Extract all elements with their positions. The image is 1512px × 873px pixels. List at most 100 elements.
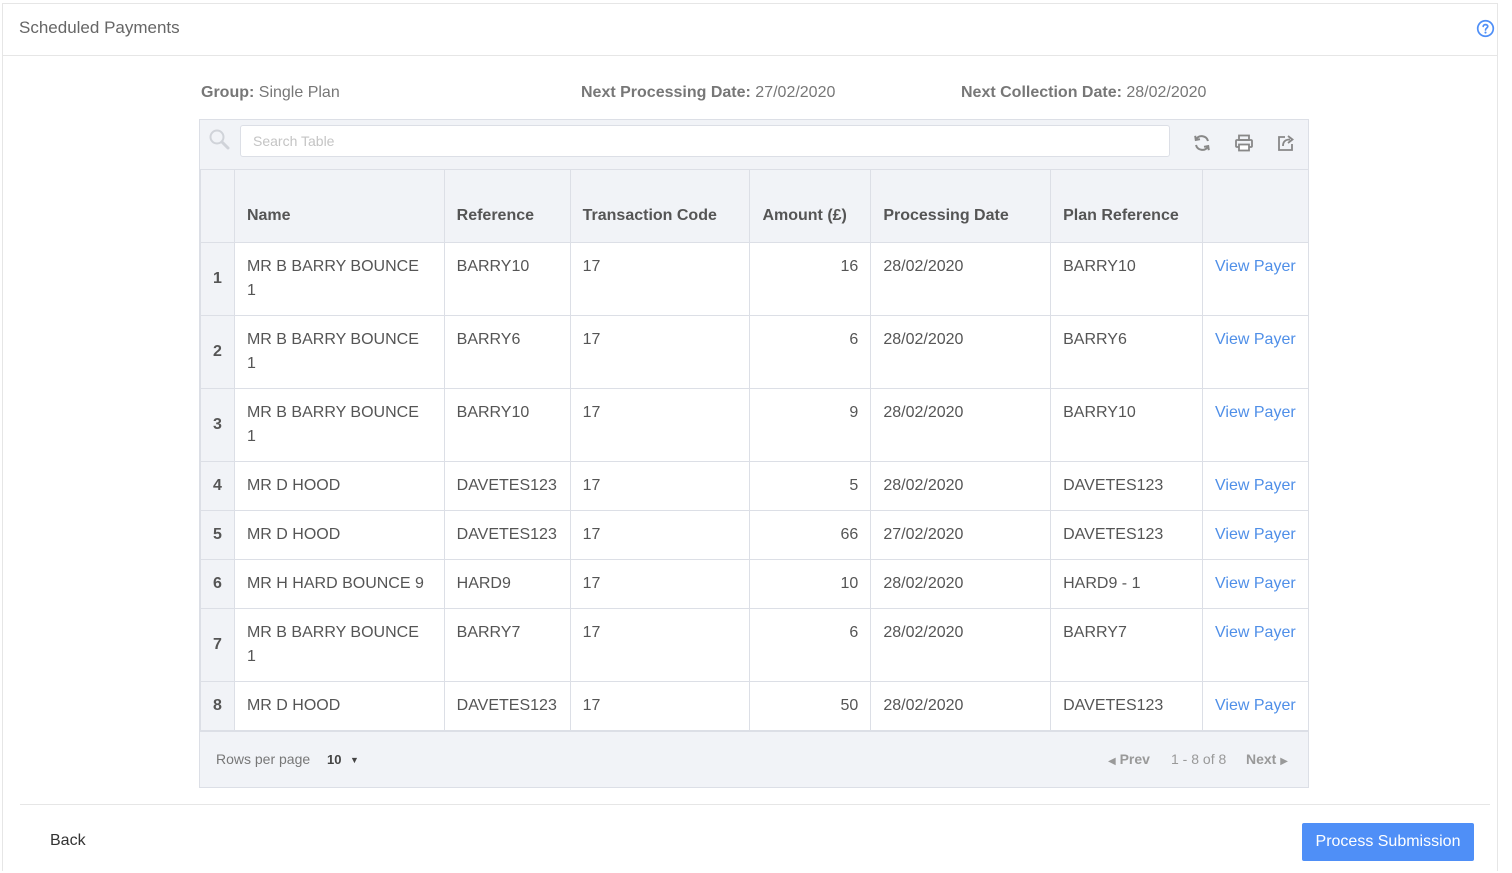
view-payer-link[interactable]: View Payer (1215, 575, 1296, 592)
search-input[interactable] (240, 125, 1170, 157)
cell-name: MR D HOOD (233, 461, 445, 511)
group-label: Group: (201, 84, 255, 101)
cell-amount: 6 (749, 315, 872, 389)
cell-action: View Payer (1202, 388, 1309, 462)
view-payer-link[interactable]: View Payer (1215, 258, 1296, 275)
cell-amount: 10 (749, 559, 872, 609)
table-footer: Rows per page 10 ▼ ◀ Prev 1 - 8 of 8 Nex… (200, 731, 1308, 787)
column-header-plan-reference[interactable]: Plan Reference (1050, 169, 1204, 243)
cell-processing-date: 28/02/2020 (870, 608, 1052, 682)
table-header-row: Name Reference Transaction Code Amount (… (200, 169, 1309, 243)
cell-reference: HARD9 (443, 559, 571, 609)
back-button[interactable]: Back (50, 832, 86, 850)
rows-per-page-select[interactable]: 10 (327, 752, 341, 767)
caret-right-icon: ▶ (1280, 756, 1288, 767)
cell-action: View Payer (1202, 461, 1309, 511)
footer-divider (20, 804, 1490, 805)
table-row: 5 MR D HOOD DAVETES123 17 66 27/02/2020 DAVETE… (200, 510, 1309, 560)
print-icon[interactable] (1234, 133, 1254, 153)
cell-reference: BARRY10 (443, 242, 571, 316)
row-index: 6 (200, 559, 235, 609)
column-header-processing-date[interactable]: Processing Date (870, 169, 1052, 243)
panel-header: Scheduled Payments (3, 4, 1497, 56)
cell-amount: 50 (749, 681, 872, 731)
cell-name: MR B BARRY BOUNCE 1 (233, 242, 445, 316)
row-index: 7 (200, 608, 235, 682)
view-payer-link[interactable]: View Payer (1215, 404, 1296, 421)
cell-transaction-code: 17 (569, 315, 751, 389)
cell-amount: 66 (749, 510, 872, 560)
cell-amount: 16 (749, 242, 872, 316)
row-index: 8 (200, 681, 235, 731)
cell-amount: 9 (749, 388, 872, 462)
refresh-icon[interactable] (1192, 133, 1212, 153)
cell-plan-reference: BARRY10 (1050, 242, 1204, 316)
row-index: 4 (200, 461, 235, 511)
cell-action: View Payer (1202, 608, 1309, 682)
cell-action: View Payer (1202, 559, 1309, 609)
cell-processing-date: 27/02/2020 (870, 510, 1052, 560)
processing-date-value: 27/02/2020 (755, 84, 836, 101)
column-header-reference[interactable]: Reference (443, 169, 571, 243)
table-row: 7 MR B BARRY BOUNCE 1 BARRY7 17 6 28/02/2020 B… (200, 608, 1309, 682)
cell-reference: DAVETES123 (443, 461, 571, 511)
payments-table: Name Reference Transaction Code Amount (… (200, 169, 1309, 731)
prev-page-button[interactable]: ◀ Prev (1108, 751, 1150, 767)
cell-action: View Payer (1202, 681, 1309, 731)
group-info: Group: Single Plan (201, 84, 340, 102)
cell-action: View Payer (1202, 315, 1309, 389)
table-row: 1 MR B BARRY BOUNCE 1 BARRY10 17 16 28/02/202… (200, 242, 1309, 316)
view-payer-link[interactable]: View Payer (1215, 477, 1296, 494)
cell-transaction-code: 17 (569, 510, 751, 560)
cell-name: MR H HARD BOUNCE 9 (233, 559, 445, 609)
cell-action: View Payer (1202, 510, 1309, 560)
caret-down-icon[interactable]: ▼ (350, 755, 359, 765)
payments-table-container: Name Reference Transaction Code Amount (… (199, 119, 1309, 788)
collection-date-label: Next Collection Date: (961, 84, 1122, 101)
table-row: 6 MR H HARD BOUNCE 9 HARD9 17 10 28/02/2020 HA… (200, 559, 1309, 609)
prev-label: Prev (1119, 751, 1150, 767)
cell-transaction-code: 17 (569, 461, 751, 511)
cell-action: View Payer (1202, 242, 1309, 316)
cell-processing-date: 28/02/2020 (870, 388, 1052, 462)
next-label: Next (1246, 751, 1277, 767)
cell-plan-reference: DAVETES123 (1050, 510, 1204, 560)
help-circle-icon[interactable] (1476, 19, 1495, 38)
next-processing-date-info: Next Processing Date: 27/02/2020 (581, 84, 835, 102)
cell-plan-reference: DAVETES123 (1050, 681, 1204, 731)
cell-transaction-code: 17 (569, 559, 751, 609)
cell-transaction-code: 17 (569, 388, 751, 462)
view-payer-link[interactable]: View Payer (1215, 624, 1296, 641)
cell-plan-reference: BARRY10 (1050, 388, 1204, 462)
export-icon[interactable] (1276, 133, 1296, 153)
column-header-name[interactable]: Name (233, 169, 445, 243)
column-header-transaction-code[interactable]: Transaction Code (569, 169, 751, 243)
cell-reference: BARRY7 (443, 608, 571, 682)
cell-reference: DAVETES123 (443, 681, 571, 731)
rows-per-page-label: Rows per page (216, 751, 311, 767)
cell-plan-reference: HARD9 - 1 (1050, 559, 1204, 609)
search-icon (209, 129, 230, 150)
cell-plan-reference: BARRY6 (1050, 315, 1204, 389)
cell-reference: DAVETES123 (443, 510, 571, 560)
view-payer-link[interactable]: View Payer (1215, 526, 1296, 543)
view-payer-link[interactable]: View Payer (1215, 697, 1296, 714)
caret-left-icon: ◀ (1108, 756, 1116, 767)
column-header-amount[interactable]: Amount (£) (749, 169, 872, 243)
table-row: 2 MR B BARRY BOUNCE 1 BARRY6 17 6 28/02/2020 B… (200, 315, 1309, 389)
next-page-button[interactable]: Next ▶ (1246, 751, 1288, 767)
row-index: 3 (200, 388, 235, 462)
view-payer-link[interactable]: View Payer (1215, 331, 1296, 348)
row-index: 2 (200, 315, 235, 389)
cell-transaction-code: 17 (569, 242, 751, 316)
column-header-actions (1202, 169, 1309, 243)
process-submission-button[interactable]: Process Submission (1302, 823, 1474, 861)
processing-date-label: Next Processing Date: (581, 84, 751, 101)
page-range: 1 - 8 of 8 (1171, 751, 1227, 767)
cell-amount: 5 (749, 461, 872, 511)
cell-name: MR B BARRY BOUNCE 1 (233, 608, 445, 682)
next-collection-date-info: Next Collection Date: 28/02/2020 (961, 84, 1206, 102)
cell-processing-date: 28/02/2020 (870, 461, 1052, 511)
page-title: Scheduled Payments (19, 18, 180, 37)
row-index: 1 (200, 242, 235, 316)
